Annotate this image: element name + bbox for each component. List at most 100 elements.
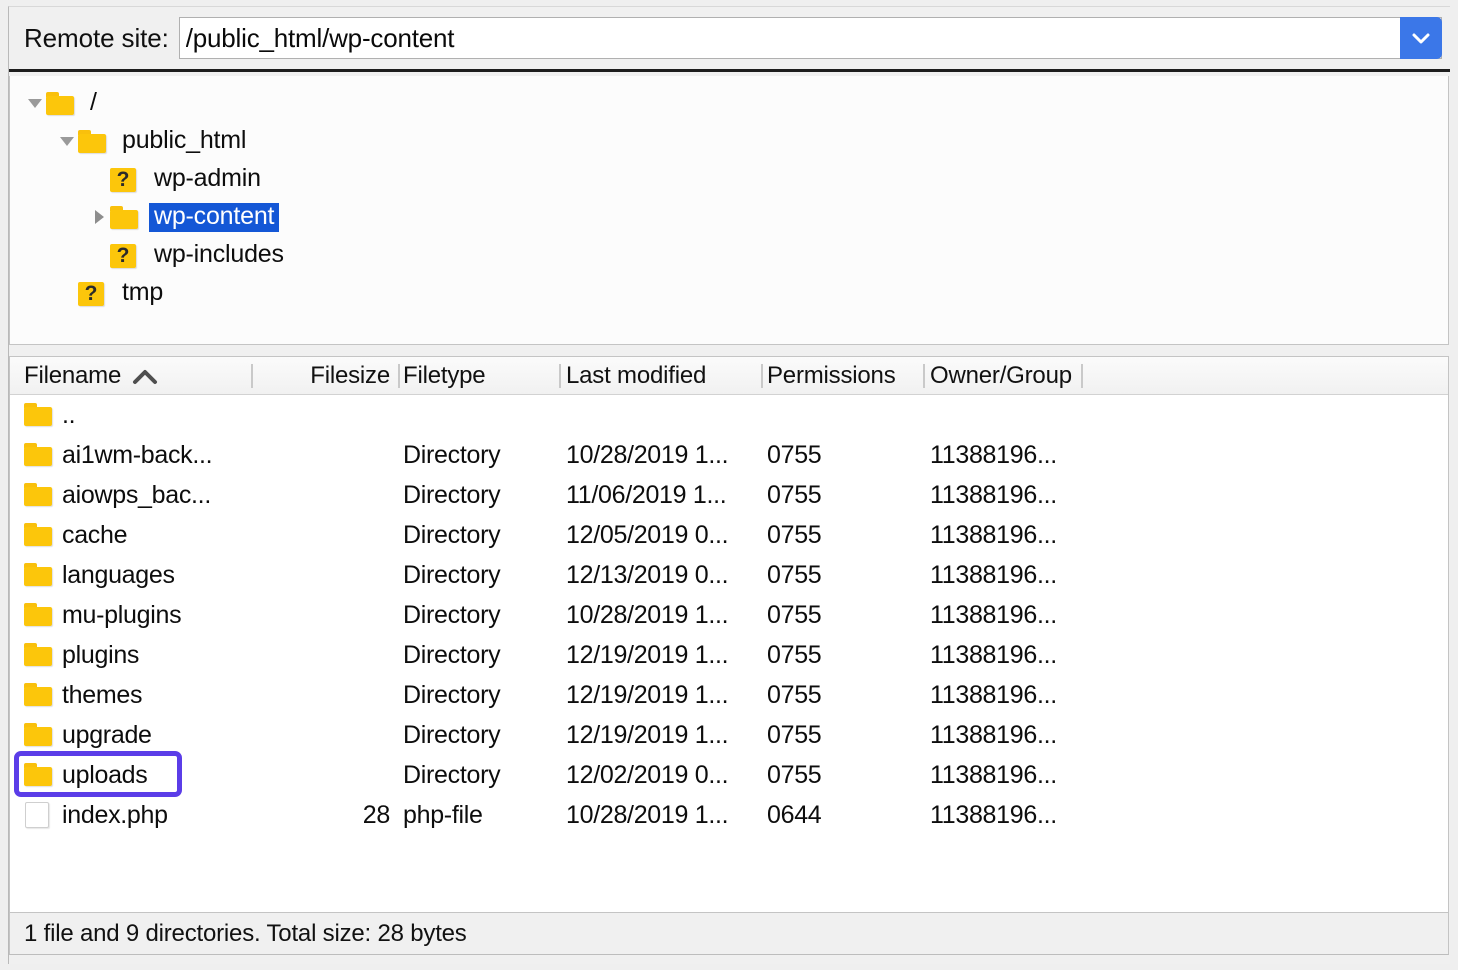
cell-modified: 12/13/2019 0... bbox=[566, 555, 756, 595]
tree-node-icon bbox=[78, 128, 108, 154]
cell-filesize bbox=[258, 595, 390, 635]
column-resize-handle-4[interactable] bbox=[923, 364, 925, 388]
file-list-row[interactable]: pluginsDirectory12/19/2019 1...075511388… bbox=[10, 635, 1448, 675]
file-list-row[interactable]: index.php28php-file10/28/2019 1...064411… bbox=[10, 795, 1448, 835]
cell-filesize bbox=[258, 395, 390, 435]
cell-modified: 10/28/2019 1... bbox=[566, 795, 756, 835]
cell-filesize bbox=[258, 475, 390, 515]
cell-permissions bbox=[767, 395, 917, 435]
cell-permissions: 0755 bbox=[767, 435, 917, 475]
cell-owner: 11388196... bbox=[930, 755, 1130, 795]
column-header-label: Filetype bbox=[403, 362, 485, 390]
folder-icon bbox=[24, 683, 52, 706]
tree-node-icon bbox=[46, 90, 76, 116]
cell-owner: 11388196... bbox=[930, 555, 1130, 595]
remote-site-bar: Remote site: bbox=[9, 7, 1450, 69]
tree-node-public-html[interactable]: public_html bbox=[10, 122, 1448, 160]
cell-filename: uploads bbox=[62, 755, 249, 795]
file-list-row[interactable]: ai1wm-back...Directory10/28/2019 1...075… bbox=[10, 435, 1448, 475]
cell-filetype: Directory bbox=[403, 475, 553, 515]
cell-filesize bbox=[258, 515, 390, 555]
column-header-filename[interactable]: Filename bbox=[24, 357, 249, 395]
cell-filesize: 28 bbox=[258, 795, 390, 835]
triangle-down-icon[interactable] bbox=[56, 130, 78, 152]
file-list-row[interactable]: languages Directory 12/13/2019 0... 0755 113… bbox=[10, 555, 1448, 595]
cell-filename: cache bbox=[62, 515, 249, 555]
unknown-folder-icon: ? bbox=[110, 244, 136, 268]
column-header-label: Owner/Group bbox=[930, 362, 1072, 390]
cell-filename: mu-plugins bbox=[62, 595, 249, 635]
folder-icon bbox=[24, 443, 52, 466]
column-header-filetype[interactable]: Filetype bbox=[403, 357, 553, 395]
file-list-row[interactable]: aiowps_bac...Directory11/06/2019 1...075… bbox=[10, 475, 1448, 515]
cell-owner: 11388196... bbox=[930, 475, 1130, 515]
file-list-row[interactable]: upgradeDirectory12/19/2019 1...075511388… bbox=[10, 715, 1448, 755]
cell-permissions: 0755 bbox=[767, 595, 917, 635]
cell-filetype: Directory bbox=[403, 555, 553, 595]
status-bar: 1 file and 9 directories. Total size: 28… bbox=[9, 913, 1449, 955]
tree-node-label: tmp bbox=[117, 279, 168, 308]
cell-modified: 10/28/2019 1... bbox=[566, 595, 756, 635]
cell-owner bbox=[930, 395, 1130, 435]
column-resize-handle-0[interactable] bbox=[251, 364, 253, 388]
folder-icon bbox=[24, 723, 52, 746]
cell-modified: 12/05/2019 0... bbox=[566, 515, 756, 555]
column-header-modified[interactable]: Last modified bbox=[566, 357, 756, 395]
cell-filesize bbox=[258, 675, 390, 715]
file-list-row[interactable]: themesDirectory12/19/2019 1...0755113881… bbox=[10, 675, 1448, 715]
column-resize-handle-1[interactable] bbox=[398, 364, 400, 388]
sort-ascending-icon bbox=[132, 368, 158, 385]
cell-filename: themes bbox=[62, 675, 249, 715]
cell-filesize bbox=[258, 555, 390, 595]
file-list-row[interactable]: uploadsDirectory12/02/2019 0...075511388… bbox=[10, 755, 1448, 795]
status-bar-text: 1 file and 9 directories. Total size: 28… bbox=[10, 920, 467, 948]
cell-modified: 10/28/2019 1... bbox=[566, 435, 756, 475]
cell-owner: 11388196... bbox=[930, 515, 1130, 555]
remote-file-list[interactable]: Filename Filesize Filetype Last modified Per… bbox=[9, 356, 1449, 913]
chevron-down-icon[interactable] bbox=[1400, 17, 1442, 59]
remote-directory-tree[interactable]: /public_html?wp-adminwp-content?wp-inclu… bbox=[9, 76, 1449, 345]
tree-node-wp-content[interactable]: wp-content bbox=[10, 198, 1448, 236]
folder-icon bbox=[24, 563, 52, 586]
triangle-down-icon[interactable] bbox=[24, 92, 46, 114]
cell-filetype: Directory bbox=[403, 715, 553, 755]
tree-node-wp-includes[interactable]: ?wp-includes bbox=[10, 236, 1448, 274]
cell-permissions: 0755 bbox=[767, 635, 917, 675]
file-list-row[interactable]: mu-pluginsDirectory10/28/2019 1...075511… bbox=[10, 595, 1448, 635]
remote-site-path-input[interactable] bbox=[180, 18, 1400, 58]
cell-filesize bbox=[258, 435, 390, 475]
tree-node-tmp[interactable]: ?tmp bbox=[10, 274, 1448, 312]
cell-filename: aiowps_bac... bbox=[62, 475, 249, 515]
tree-node-label: public_html bbox=[117, 127, 251, 156]
file-list-row[interactable]: .. bbox=[10, 395, 1448, 435]
cell-filename: index.php bbox=[62, 795, 249, 835]
column-header-permissions[interactable]: Permissions bbox=[767, 357, 917, 395]
folder-icon bbox=[24, 523, 52, 546]
column-header-label: Filename bbox=[24, 362, 121, 390]
cell-filename: languages bbox=[62, 555, 249, 595]
column-header-label: Last modified bbox=[566, 362, 706, 390]
folder-icon bbox=[24, 723, 52, 746]
column-header-owner[interactable]: Owner/Group bbox=[930, 357, 1130, 395]
tree-node-wp-admin[interactable]: ?wp-admin bbox=[10, 160, 1448, 198]
cell-permissions: 0755 bbox=[767, 555, 917, 595]
folder-icon bbox=[24, 603, 52, 626]
cell-owner: 11388196... bbox=[930, 715, 1130, 755]
tree-node--[interactable]: / bbox=[10, 84, 1448, 122]
cell-filetype: Directory bbox=[403, 595, 553, 635]
cell-modified bbox=[566, 395, 756, 435]
file-list-body[interactable]: ..ai1wm-back...Directory10/28/2019 1...0… bbox=[10, 395, 1448, 835]
tree-node-label: wp-admin bbox=[149, 165, 266, 194]
cell-permissions: 0755 bbox=[767, 475, 917, 515]
column-resize-handle-2[interactable] bbox=[559, 364, 561, 388]
column-header-filesize[interactable]: Filesize bbox=[258, 357, 390, 395]
cell-filename: upgrade bbox=[62, 715, 249, 755]
file-list-row[interactable]: cacheDirectory12/05/2019 0...07551138819… bbox=[10, 515, 1448, 555]
folder-icon bbox=[24, 763, 52, 786]
cell-filesize bbox=[258, 635, 390, 675]
folder-icon bbox=[24, 523, 52, 546]
folder-icon bbox=[24, 643, 52, 666]
cell-filetype: Directory bbox=[403, 755, 553, 795]
column-resize-handle-3[interactable] bbox=[761, 364, 763, 388]
triangle-right-icon[interactable] bbox=[88, 206, 110, 228]
